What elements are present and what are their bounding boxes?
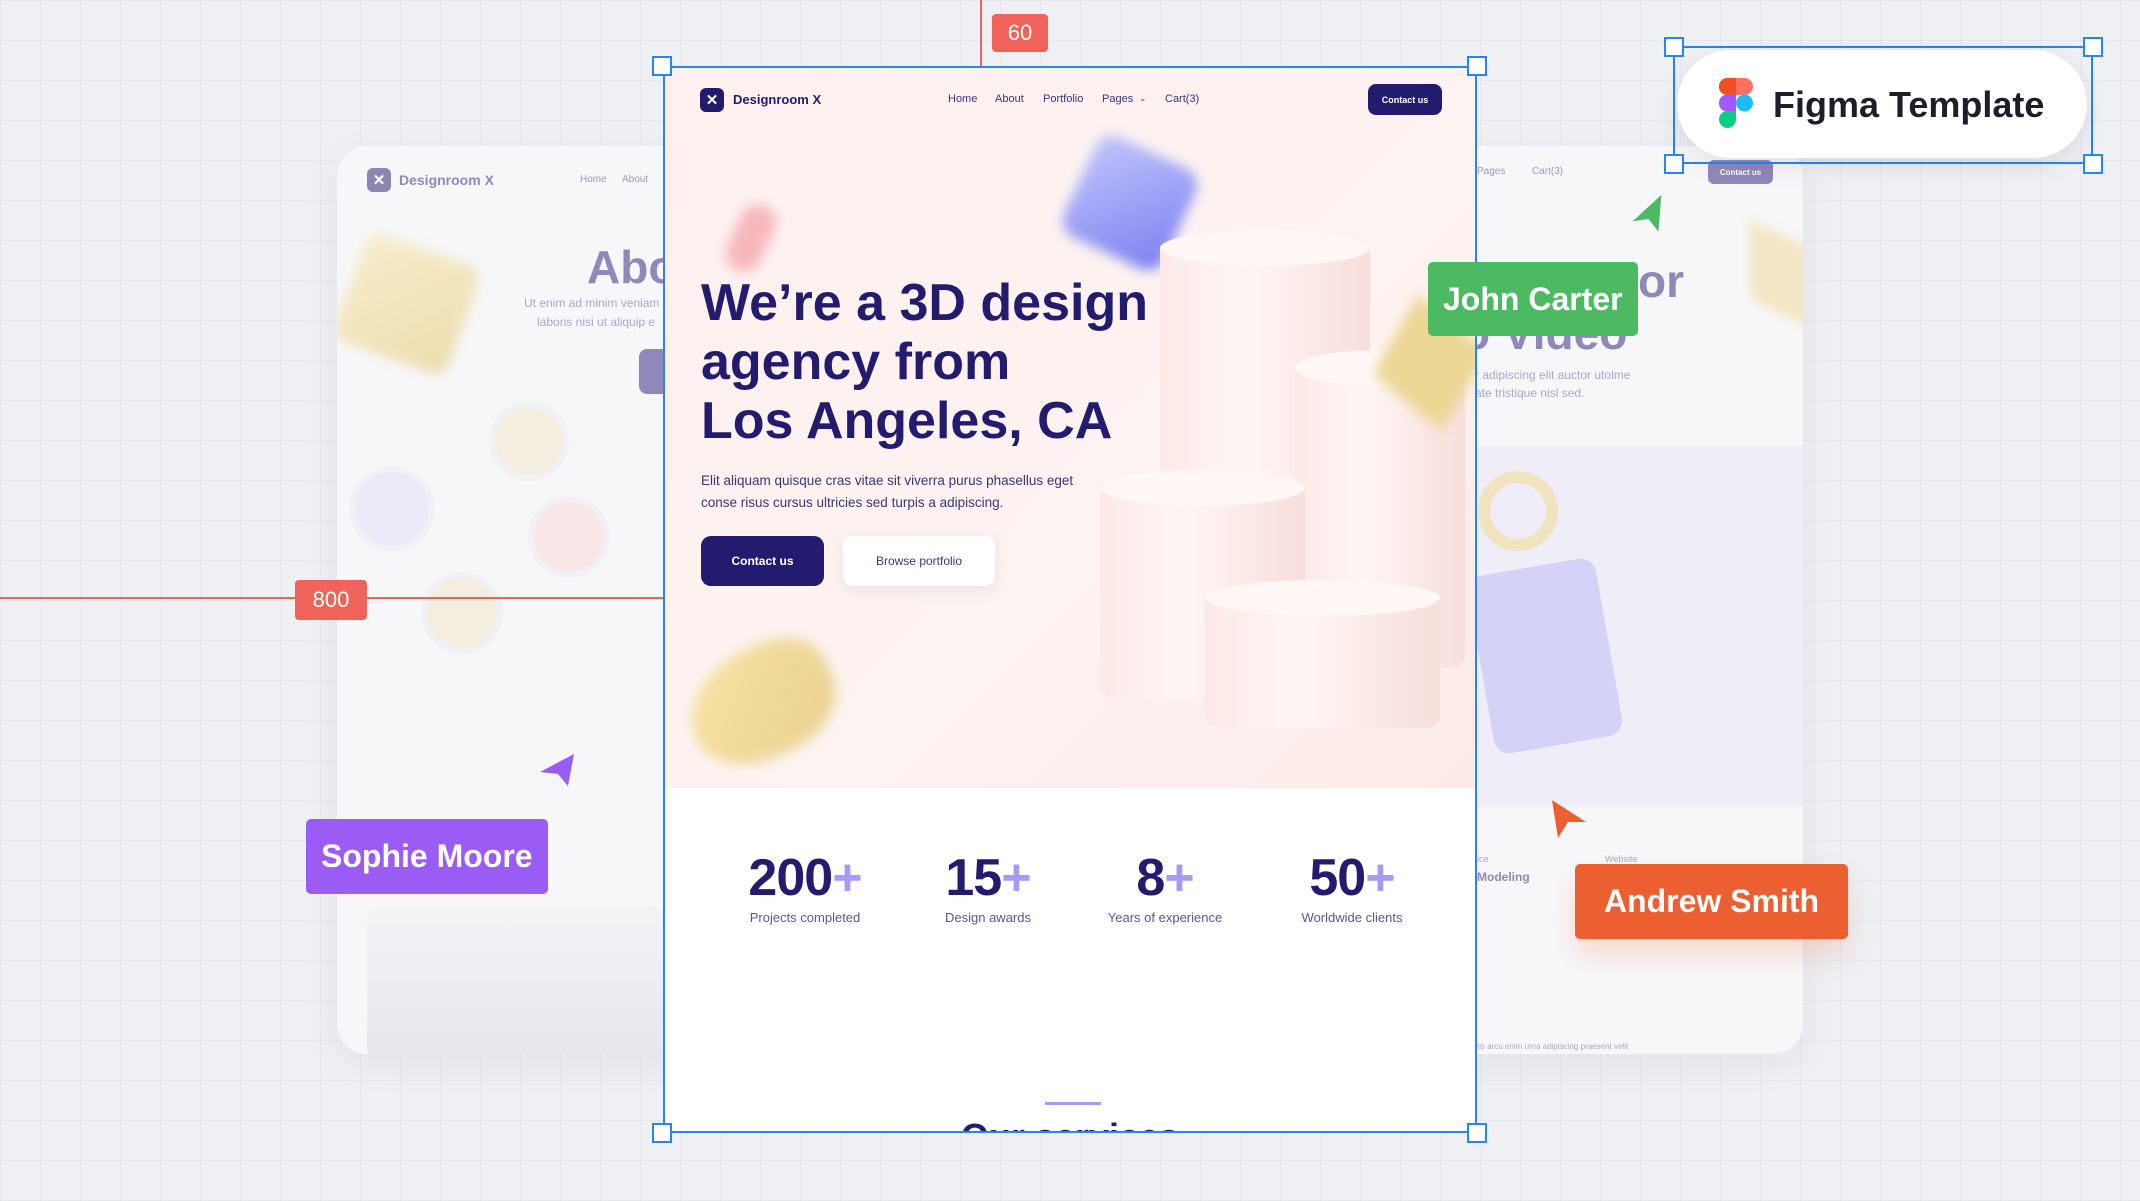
figma-badge-selection[interactable]: Figma Template (1673, 46, 2093, 164)
guide-label-top: 60 (992, 14, 1048, 52)
heading-line: agency from (701, 333, 1011, 391)
team-avatar (421, 572, 503, 654)
stat-label: Projects completed (749, 910, 861, 925)
hero-heading: We’re a 3D design agency from Los Angele… (701, 274, 1148, 451)
cursor-arrow-icon (1552, 800, 1586, 838)
resize-handle-top-left[interactable] (652, 56, 672, 76)
nav-about: About (622, 174, 649, 185)
browse-portfolio-button[interactable]: Browse portfolio (843, 536, 995, 586)
stat-suffix: + (1001, 849, 1031, 907)
footer-text: tis arcu enim urna adipiscing praesent v… (1477, 1042, 1629, 1051)
about-text-1: Ut enim ad minim veniam (524, 296, 660, 310)
stat-suffix: + (1164, 849, 1194, 907)
nav-home[interactable]: Home (948, 93, 977, 105)
nav-cart[interactable]: Cart(3) (1165, 93, 1199, 105)
brand-logo-icon: ✕ (367, 168, 391, 192)
stat-label: Years of experience (1107, 910, 1223, 925)
selected-frame[interactable]: ✕ Designroom X Home About Portfolio Page… (663, 66, 1477, 1133)
paragraph-line: conse risus cursus ultricies sed turpis … (701, 495, 1004, 510)
resize-handle-top-right[interactable] (1467, 56, 1487, 76)
magnifier-shape (1478, 471, 1558, 551)
nav-about[interactable]: About (995, 93, 1024, 105)
brand-name[interactable]: Designroom X (733, 92, 821, 107)
stat-awards: 15+ Design awards (888, 848, 1088, 925)
brand-logo-icon[interactable]: ✕ (700, 88, 724, 112)
resize-handle-bottom-right[interactable] (1467, 1123, 1487, 1143)
heading-line: Los Angeles, CA (701, 392, 1113, 450)
badge-handle-bl[interactable] (1664, 154, 1684, 174)
resize-handle-bottom-left[interactable] (652, 1123, 672, 1143)
yellow-blob-shape (670, 621, 854, 785)
nav-pages: Pages (1477, 166, 1506, 177)
section-divider (1045, 1102, 1101, 1105)
collaborator-tag-sophie-moore: Sophie Moore (306, 819, 548, 894)
stat-label: Worldwide clients (1301, 910, 1403, 925)
heading-line: We’re a 3D design (701, 274, 1148, 332)
team-avatar (489, 401, 569, 481)
stat-value: 200 (748, 849, 833, 907)
video-text-2: ate tristique nisl sed. (1475, 386, 1585, 400)
yellow-cube-shape (337, 228, 484, 379)
stat-label: Design awards (945, 910, 1031, 925)
nav-contact-button[interactable]: Contact us (1368, 84, 1442, 115)
stat-experience: 8+ Years of experience (1065, 848, 1265, 925)
video-text-1: r adipiscing elit auctor utolme (1475, 368, 1631, 382)
services-heading: Our services (665, 1116, 1475, 1131)
figma-logo-icon (1719, 78, 1753, 128)
main-nav: ✕ Designroom X Home About Portfolio Page… (665, 84, 1475, 116)
badge-handle-tr[interactable] (2083, 37, 2103, 57)
nav-cart: Cart(3) (1532, 166, 1564, 177)
cursor-arrow-icon (540, 754, 574, 786)
team-avatar (349, 466, 435, 552)
pink-shape (719, 198, 783, 278)
service-label: ice (1477, 854, 1489, 864)
hero-paragraph: Elit aliquam quisque cras vitae sit vive… (701, 470, 1073, 514)
badge-handle-br[interactable] (2083, 154, 2103, 174)
brand-name: Designroom X (399, 172, 494, 188)
collaborator-tag-andrew-smith: Andrew Smith (1575, 864, 1848, 939)
collaborator-tag-john-carter: John Carter (1428, 262, 1638, 336)
paragraph-line: Elit aliquam quisque cras vitae sit vive… (701, 473, 1074, 488)
website-label: Website (1605, 854, 1638, 864)
about-text-2: laboris nisi ut aliquip e (537, 315, 656, 329)
video-heading-1: or (1638, 255, 1684, 307)
team-avatar (528, 496, 610, 578)
stat-suffix: + (832, 849, 862, 907)
guide-label-left: 800 (295, 580, 367, 620)
pedestal-front (1205, 580, 1440, 728)
nav-portfolio[interactable]: Portfolio (1043, 93, 1083, 105)
stat-value: 50 (1309, 849, 1366, 907)
stat-suffix: + (1365, 849, 1395, 907)
vertical-guide-line (980, 0, 982, 66)
cursor-arrow-icon (1632, 195, 1662, 232)
badge-handle-tl[interactable] (1664, 37, 1684, 57)
nav-pages[interactable]: Pages (1102, 93, 1133, 105)
stat-projects: 200+ Projects completed (705, 848, 905, 925)
yellow-shape (1750, 219, 1803, 333)
figma-template-label: Figma Template (1773, 84, 2045, 125)
stat-value: 15 (945, 849, 1002, 907)
chevron-down-icon[interactable]: ⌄ (1139, 93, 1147, 104)
figma-template-badge: Figma Template (1677, 50, 2087, 158)
stat-clients: 50+ Worldwide clients (1252, 848, 1452, 925)
team-photo (367, 906, 667, 1054)
nav-home: Home (580, 174, 607, 185)
contact-us-button[interactable]: Contact us (701, 536, 824, 586)
service-value: Modeling (1477, 870, 1530, 884)
stat-value: 8 (1136, 849, 1165, 907)
